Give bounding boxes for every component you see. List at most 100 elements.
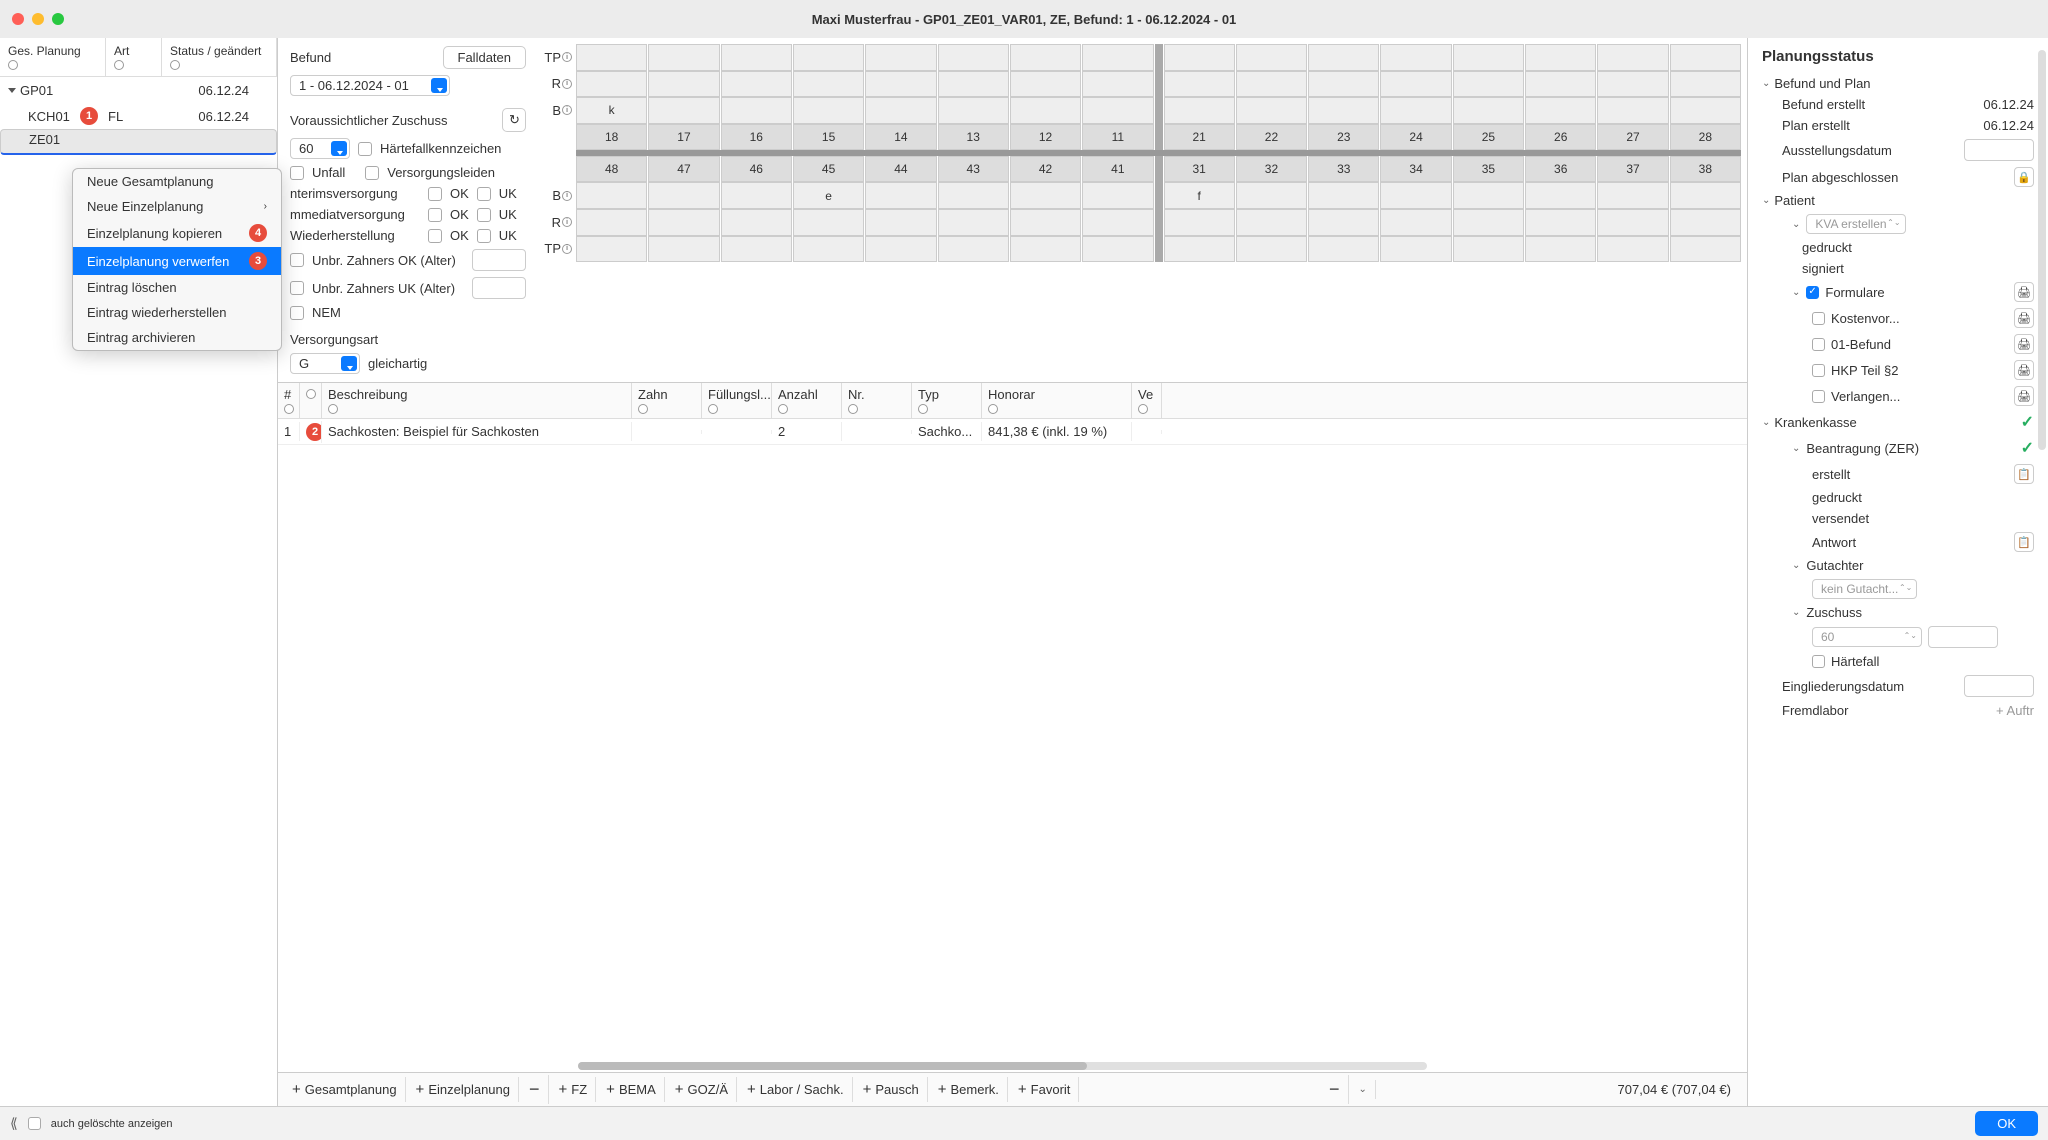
filter-icon[interactable] [988,404,998,414]
tooth-cell[interactable] [1236,71,1307,98]
tooth-cell[interactable] [1453,236,1524,263]
tooth-cell[interactable]: f [1164,182,1235,209]
scrollbar-vertical[interactable] [2038,50,2046,450]
tooth-cell[interactable] [1164,71,1235,98]
tree-row-gp01[interactable]: GP01 06.12.24 [0,77,277,103]
refresh-icon[interactable]: ↻ [502,108,526,132]
unbrok-input[interactable] [472,249,526,271]
tooth-cell[interactable] [648,236,719,263]
tooth-cell[interactable]: 48 [576,156,647,183]
tooth-cell[interactable] [1164,209,1235,236]
chevron-down-icon[interactable]: ⌄ [1792,560,1800,571]
tooth-cell[interactable] [865,236,936,263]
zoom-window[interactable] [52,13,64,25]
tooth-cell[interactable]: 22 [1236,124,1307,151]
tooth-cell[interactable]: 17 [648,124,719,151]
tooth-cell[interactable] [721,236,792,263]
tooth-cell[interactable] [1308,209,1379,236]
filter-icon[interactable] [328,404,338,414]
ausst-input[interactable] [1964,139,2034,161]
tooth-cell[interactable] [1525,97,1596,124]
filter-icon[interactable] [170,60,180,70]
tooth-cell[interactable]: 37 [1597,156,1668,183]
print-icon[interactable]: 🖨 [2014,386,2034,406]
tooth-cell[interactable] [865,182,936,209]
tooth-cell[interactable]: 35 [1453,156,1524,183]
tooth-cell[interactable] [721,209,792,236]
add-gesamtplanung-button[interactable]: +Gesamtplanung [284,1077,406,1102]
filter-icon[interactable] [8,60,18,70]
add-goz-button[interactable]: +GOZ/Ä [667,1077,737,1102]
filter-icon[interactable] [778,404,788,414]
tooth-cell[interactable] [793,71,864,98]
ctx-neue-gesamt[interactable]: Neue Gesamtplanung [73,169,281,194]
haerte-checkbox[interactable] [358,142,372,156]
add-bema-button[interactable]: +BEMA [598,1077,665,1102]
tooth-cell[interactable] [576,182,647,209]
clipboard-icon[interactable]: 📋 [2014,532,2034,552]
tooth-cell[interactable] [1597,97,1668,124]
filter-icon[interactable] [638,404,648,414]
ctx-loeschen[interactable]: Eintrag löschen [73,275,281,300]
gutachter-select[interactable]: kein Gutacht... [1812,579,1917,599]
tooth-cell[interactable] [576,236,647,263]
tooth-cell[interactable] [1597,236,1668,263]
tooth-cell[interactable] [1010,236,1081,263]
versart-select[interactable]: G [290,353,360,374]
tooth-cell[interactable] [1164,44,1235,71]
chevron-down-icon[interactable]: ⌄ [1792,607,1800,618]
tooth-cell[interactable] [1453,71,1524,98]
tooth-cell[interactable]: 45 [793,156,864,183]
print-icon[interactable]: 🖨 [2014,334,2034,354]
tooth-cell[interactable] [865,97,936,124]
wieder-ok-checkbox[interactable] [428,229,442,243]
tooth-cell[interactable] [1082,97,1153,124]
tooth-cell[interactable]: 24 [1380,124,1451,151]
tooth-cell[interactable] [793,236,864,263]
tooth-cell[interactable] [1380,209,1451,236]
filter-icon[interactable] [284,404,294,414]
unfall-checkbox[interactable] [290,166,304,180]
tooth-cell[interactable] [1236,44,1307,71]
unbruk-checkbox[interactable] [290,281,304,295]
tooth-cell[interactable] [1380,71,1451,98]
tooth-cell[interactable] [1164,236,1235,263]
tooth-cell[interactable] [1010,97,1081,124]
chevron-down-icon[interactable]: ⌄ [1792,219,1800,230]
tooth-cell[interactable] [938,182,1009,209]
tooth-cell[interactable] [1236,236,1307,263]
tooth-cell[interactable] [1010,209,1081,236]
deleted-checkbox[interactable] [28,1117,41,1130]
tooth-cell[interactable]: 46 [721,156,792,183]
tooth-cell[interactable] [1670,236,1741,263]
tooth-cell[interactable] [576,71,647,98]
immed-ok-checkbox[interactable] [428,208,442,222]
dropdown-button[interactable]: ⌄ [1351,1080,1376,1099]
tree-row-ze01[interactable]: ZE01 [0,129,277,155]
tooth-cell[interactable] [1453,209,1524,236]
tooth-cell[interactable]: 36 [1525,156,1596,183]
tooth-cell[interactable]: 33 [1308,156,1379,183]
tooth-cell[interactable] [1453,182,1524,209]
tooth-cell[interactable] [1308,71,1379,98]
chevron-down-icon[interactable]: ⌄ [1792,287,1800,298]
kosten-checkbox[interactable] [1812,312,1825,325]
tooth-cell[interactable] [648,44,719,71]
table-row[interactable]: 1 2 Sachkosten: Beispiel für Sachkosten … [278,419,1747,445]
chevron-down-icon[interactable]: ⌄ [1762,78,1770,89]
kva-select[interactable]: KVA erstellen [1806,214,1905,234]
tooth-cell[interactable]: 21 [1164,124,1235,151]
tooth-cell[interactable] [1597,209,1668,236]
tooth-cell[interactable] [1525,236,1596,263]
tooth-cell[interactable] [1082,236,1153,263]
tooth-cell[interactable] [1453,44,1524,71]
tooth-cell[interactable] [1597,182,1668,209]
print-icon[interactable]: 🖨 [2014,308,2034,328]
add-favorit-button[interactable]: +Favorit [1010,1077,1080,1102]
tooth-cell[interactable]: 16 [721,124,792,151]
tooth-cell[interactable]: 13 [938,124,1009,151]
tooth-cell[interactable] [1670,97,1741,124]
close-window[interactable] [12,13,24,25]
tooth-cell[interactable] [1010,71,1081,98]
clipboard-icon[interactable]: 📋 [2014,464,2034,484]
